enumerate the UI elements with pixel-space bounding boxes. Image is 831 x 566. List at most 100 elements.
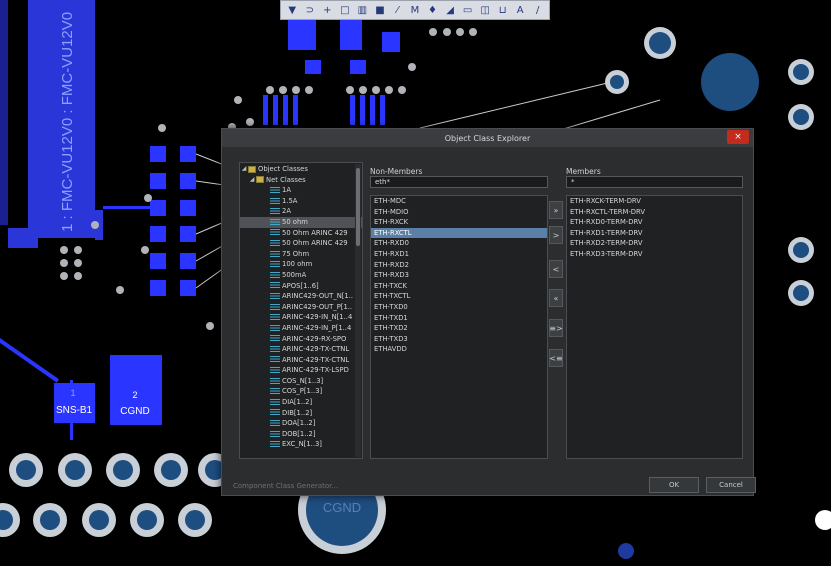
remove-button[interactable]: < (549, 260, 563, 278)
object-class-explorer-dialog: Object Class Explorer × ◢ Object Classes… (221, 128, 756, 496)
pin-icon[interactable]: ◢ (443, 2, 458, 18)
non-members-filter-input[interactable]: eth* (370, 176, 548, 188)
net-class-item[interactable]: 50 Ohm ARINC 429 (240, 238, 362, 249)
net-class-item[interactable]: COS_P[1..3] (240, 386, 362, 397)
ok-button[interactable]: OK (649, 477, 699, 493)
filter-icon[interactable]: ▼ (285, 2, 300, 18)
close-button[interactable]: × (727, 130, 749, 144)
arc-icon[interactable]: ♦ (425, 2, 440, 18)
net-class-item[interactable]: 2A (240, 206, 362, 217)
tree-scrollbar[interactable] (355, 164, 361, 457)
non-member-item[interactable]: ETH-RXCK (371, 217, 547, 228)
collapse-icon[interactable]: ◢ (248, 175, 256, 186)
non-member-item[interactable]: ETH-TXCTL (371, 291, 547, 302)
add-all-button[interactable]: » (549, 201, 563, 219)
net-class-item[interactable]: ARINC-429-IN_N[1..4 (240, 312, 362, 323)
rect-icon[interactable]: ◫ (478, 2, 493, 18)
non-member-item[interactable]: ETH-RXCTL (371, 227, 547, 239)
non-member-item[interactable]: ETHAVDD (371, 344, 547, 355)
member-item[interactable]: ETH-RXD3-TERM-DRV (567, 249, 742, 260)
members-list[interactable]: ETH-RXCK-TERM-DRV ETH-RXCTL-TERM-DRV ETH-R… (566, 195, 743, 459)
net-class-item[interactable]: 1A (240, 185, 362, 196)
route-icon[interactable]: ⊃ (303, 2, 318, 18)
member-item[interactable]: ETH-RXCK-TERM-DRV (567, 196, 742, 207)
net-class-icon (270, 388, 280, 396)
text-icon[interactable]: A (513, 2, 528, 18)
line-icon[interactable]: ⁄ (390, 2, 405, 18)
non-member-item[interactable]: ETH-TXD0 (371, 302, 547, 313)
non-member-item[interactable]: ETH-MDC (371, 196, 547, 207)
net-class-item[interactable]: DOB[1..2] (240, 429, 362, 440)
component-class-generator-link[interactable]: Component Class Generator... (233, 482, 338, 490)
close-icon: × (734, 132, 742, 142)
net-class-item[interactable]: APOS[1..6] (240, 281, 362, 292)
add-matching-button[interactable]: ≡> (549, 319, 563, 337)
component-icon[interactable]: ■ (373, 2, 388, 18)
slash-icon[interactable]: / (530, 2, 545, 18)
member-item[interactable]: ETH-RXD2-TERM-DRV (567, 238, 742, 249)
net-class-label: ARINC429-OUT_P[1.. (282, 302, 353, 311)
net-class-item[interactable]: 100 ohm (240, 259, 362, 270)
dialog-titlebar[interactable]: Object Class Explorer × (222, 129, 753, 147)
non-member-item[interactable]: ETH-RXD3 (371, 270, 547, 281)
non-member-item[interactable]: ETH-TXD2 (371, 323, 547, 334)
member-item[interactable]: ETH-RXCTL-TERM-DRV (567, 207, 742, 218)
net-class-icon (270, 282, 280, 290)
net-class-item[interactable]: ARINC429-OUT_P[1.. (240, 302, 362, 313)
non-member-item[interactable]: ETH-RXD2 (371, 260, 547, 271)
net-class-item[interactable]: COS_N[1..3] (240, 376, 362, 387)
non-member-item[interactable]: ETH-MDIO (371, 207, 547, 218)
members-filter-input[interactable]: * (566, 176, 743, 188)
select-rect-icon[interactable]: □ (338, 2, 353, 18)
net-class-label: 1.5A (282, 196, 298, 205)
net-class-item[interactable]: 1.5A (240, 196, 362, 207)
remove-matching-button[interactable]: <≡ (549, 349, 563, 367)
net-class-icon (270, 229, 280, 237)
measure-icon[interactable]: ⊔ (495, 2, 510, 18)
non-member-item[interactable]: ETH-TXD1 (371, 313, 547, 324)
net-class-item[interactable]: ARINC-429-RX-SPO (240, 334, 362, 345)
net-class-label: ARINC429-OUT_N[1.. (282, 292, 354, 301)
non-member-item[interactable]: ETH-RXD0 (371, 238, 547, 249)
net-class-item[interactable]: 75 Ohm (240, 249, 362, 260)
net-class-icon (270, 314, 280, 322)
probe-icon[interactable]: M (408, 2, 423, 18)
net-class-item[interactable]: DOA[1..2] (240, 418, 362, 429)
net-class-item[interactable]: ARINC-429-TX-CTNL (240, 355, 362, 366)
tree-group-net-classes[interactable]: ◢ Net Classes (240, 175, 362, 186)
net-class-item[interactable]: EXC_N[1..3] (240, 439, 362, 450)
remove-all-button[interactable]: « (549, 289, 563, 307)
class-tree-panel[interactable]: ◢ Object Classes ◢ Net Classes 1A 1.5A 2A 5… (239, 162, 363, 459)
non-members-list[interactable]: ETH-MDC ETH-MDIO ETH-RXCK ETH-RXCTL ETH-RXD0… (370, 195, 548, 459)
net-class-label: COS_P[1..3] (282, 387, 323, 396)
svg-text:SNS-B1: SNS-B1 (56, 405, 93, 416)
remove-icon: < (552, 264, 560, 274)
net-class-item[interactable]: 500mA (240, 270, 362, 281)
net-class-label: EXC_N[1..3] (282, 440, 322, 449)
non-member-item[interactable]: ETH-RXD1 (371, 249, 547, 260)
net-class-icon (270, 367, 280, 375)
net-class-item[interactable]: ARINC-429-TX-LSPD (240, 365, 362, 376)
fill-icon[interactable]: ▭ (460, 2, 475, 18)
net-class-item[interactable]: DIB[1..2] (240, 408, 362, 419)
member-item[interactable]: ETH-RXD0-TERM-DRV (567, 217, 742, 228)
cross-icon[interactable]: + (320, 2, 335, 18)
non-member-item[interactable]: ETH-TXD3 (371, 334, 547, 345)
net-class-item[interactable]: ARINC-429-IN_P[1..4 (240, 323, 362, 334)
net-class-icon (270, 186, 280, 194)
tree-scroll-thumb[interactable] (356, 168, 360, 246)
chart-icon[interactable]: ▥ (355, 2, 370, 18)
members-label: Members (566, 167, 601, 176)
net-class-item[interactable]: DIA[1..2] (240, 397, 362, 408)
member-item[interactable]: ETH-RXD1-TERM-DRV (567, 228, 742, 239)
net-class-label: APOS[1..6] (282, 281, 319, 290)
net-class-item[interactable]: 50 Ohm ARINC 429 (240, 228, 362, 239)
tree-root[interactable]: ◢ Object Classes (240, 164, 362, 175)
net-class-item[interactable]: ARINC429-OUT_N[1.. (240, 291, 362, 302)
collapse-icon[interactable]: ◢ (240, 164, 248, 175)
net-class-item[interactable]: ARINC-429-TX-CTNL (240, 344, 362, 355)
net-class-item[interactable]: 50 ohm (240, 216, 362, 228)
non-member-item[interactable]: ETH-TXCK (371, 281, 547, 292)
cancel-button[interactable]: Cancel (706, 477, 756, 493)
add-button[interactable]: > (549, 226, 563, 244)
